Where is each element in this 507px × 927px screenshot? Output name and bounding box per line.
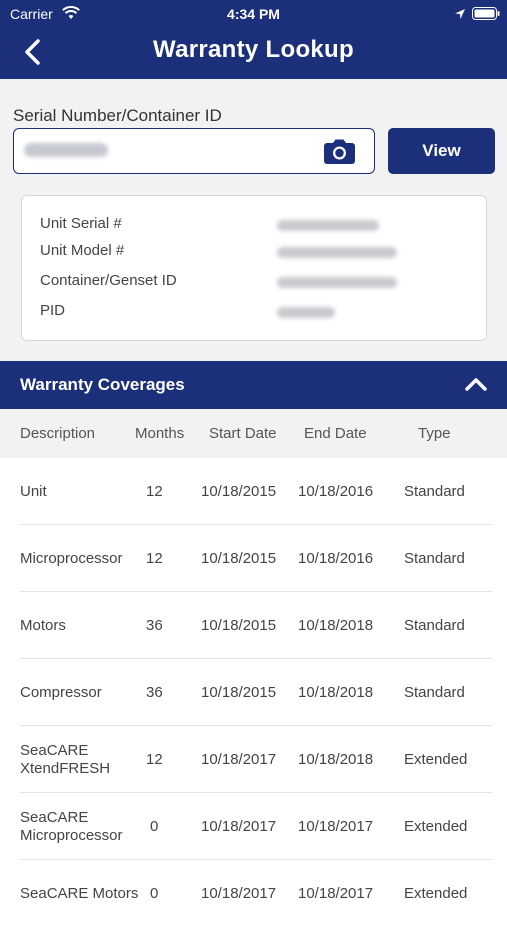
unit-serial-label: Unit Serial # xyxy=(40,215,122,232)
cell-end-date: 10/18/2017 xyxy=(298,885,374,902)
table-row: SeaCARE Motors 0 10/18/2017 10/18/2017 E… xyxy=(0,860,507,927)
cell-months: 12 xyxy=(146,751,163,768)
cell-months: 36 xyxy=(146,617,163,634)
container-id-label: Container/Genset ID xyxy=(40,272,177,289)
cell-end-date: 10/18/2016 xyxy=(298,483,374,500)
cell-description: SeaCARE Motors xyxy=(20,885,139,902)
cell-type: Extended xyxy=(404,885,468,902)
app-header: Carrier 4:34 PM Warranty Lookup xyxy=(0,0,507,79)
cell-end-date: 10/18/2018 xyxy=(298,751,374,768)
container-id-row: Container/Genset ID xyxy=(40,272,480,292)
redacted-value xyxy=(277,307,335,318)
redacted-value xyxy=(277,220,379,231)
cell-type: Standard xyxy=(404,483,465,500)
battery-icon xyxy=(472,7,500,23)
unit-info-card: Unit Serial # Unit Model # Container/Gen… xyxy=(21,195,487,341)
location-arrow-icon xyxy=(454,7,466,23)
table-row: Microprocessor 12 10/18/2015 10/18/2016 … xyxy=(0,525,507,592)
pid-label: PID xyxy=(40,302,66,319)
cell-months: 12 xyxy=(146,483,163,500)
coverage-table-header: Description Months Start Date End Date T… xyxy=(0,409,507,458)
status-time: 4:34 PM xyxy=(227,6,280,22)
cell-description: SeaCARE XtendFRESH xyxy=(20,742,111,777)
cell-start-date: 10/18/2015 xyxy=(201,550,277,567)
cell-months: 0 xyxy=(150,885,159,902)
page-title: Warranty Lookup xyxy=(153,36,354,63)
cell-type: Standard xyxy=(404,550,465,567)
redacted-value xyxy=(277,247,397,258)
cell-start-date: 10/18/2017 xyxy=(201,885,277,902)
col-start-date: Start Date xyxy=(209,425,277,442)
serial-number-label: Serial Number/Container ID xyxy=(13,106,222,125)
cell-start-date: 10/18/2015 xyxy=(201,617,277,634)
view-button[interactable]: View xyxy=(388,128,495,174)
unit-serial-row: Unit Serial # xyxy=(40,215,480,235)
camera-icon[interactable] xyxy=(324,138,355,164)
unit-model-label: Unit Model # xyxy=(40,242,125,259)
cell-start-date: 10/18/2017 xyxy=(201,818,277,835)
col-end-date: End Date xyxy=(304,425,367,442)
cell-start-date: 10/18/2015 xyxy=(201,483,277,500)
cell-description: Motors xyxy=(20,617,66,634)
cell-end-date: 10/18/2018 xyxy=(298,684,374,701)
cell-end-date: 10/18/2018 xyxy=(298,617,374,634)
table-row: SeaCARE XtendFRESH 12 10/18/2017 10/18/2… xyxy=(0,726,507,793)
table-row: Motors 36 10/18/2015 10/18/2018 Standard xyxy=(0,592,507,659)
redacted-value xyxy=(277,277,397,288)
pid-row: PID xyxy=(40,302,480,322)
status-bar: Carrier 4:34 PM xyxy=(0,0,507,28)
cell-months: 36 xyxy=(146,684,163,701)
warranty-coverages-title: Warranty Coverages xyxy=(20,375,185,394)
cell-months: 12 xyxy=(146,550,163,567)
cell-start-date: 10/18/2017 xyxy=(201,751,277,768)
cell-description: Compressor xyxy=(20,684,102,701)
table-row: SeaCARE Microprocessor 0 10/18/2017 10/1… xyxy=(0,793,507,860)
cell-description: Microprocessor xyxy=(20,550,123,567)
cell-type: Standard xyxy=(404,684,465,701)
redacted-value xyxy=(24,143,108,157)
cell-months: 0 xyxy=(150,818,159,835)
table-row: Unit 12 10/18/2015 10/18/2016 Standard xyxy=(0,458,507,525)
cell-end-date: 10/18/2017 xyxy=(298,818,374,835)
coverage-table: Unit 12 10/18/2015 10/18/2016 Standard M… xyxy=(0,458,507,902)
warranty-coverages-header[interactable]: Warranty Coverages xyxy=(0,361,507,409)
cell-end-date: 10/18/2016 xyxy=(298,550,374,567)
cell-type: Extended xyxy=(404,818,468,835)
cell-type: Standard xyxy=(404,617,465,634)
cell-description: SeaCARE Microprocessor xyxy=(20,809,123,844)
serial-number-input[interactable] xyxy=(13,128,375,174)
col-type: Type xyxy=(418,425,451,442)
chevron-up-icon[interactable] xyxy=(464,376,488,392)
col-description: Description xyxy=(20,425,96,442)
cell-start-date: 10/18/2015 xyxy=(201,684,277,701)
cell-description: Unit xyxy=(20,483,47,500)
unit-model-row: Unit Model # xyxy=(40,242,480,262)
cell-type: Extended xyxy=(404,751,468,768)
table-row: Compressor 36 10/18/2015 10/18/2018 Stan… xyxy=(0,659,507,726)
col-months: Months xyxy=(135,425,185,442)
